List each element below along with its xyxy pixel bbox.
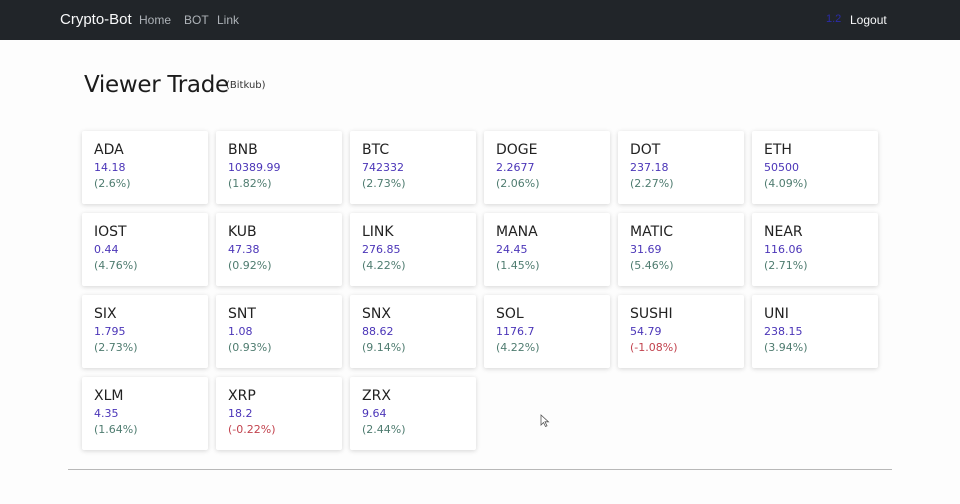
coin-price: 742332 <box>362 161 404 174</box>
coin-price: 47.38 <box>228 243 260 256</box>
coin-symbol: SNT <box>228 306 256 322</box>
coin-price: 50500 <box>764 161 799 174</box>
coin-price: 2.2677 <box>496 161 535 174</box>
coin-change: (1.64%) <box>94 423 138 436</box>
coin-price: 9.64 <box>362 407 387 420</box>
coin-price: 1176.7 <box>496 325 535 338</box>
coin-symbol: SOL <box>496 306 524 322</box>
coin-card[interactable]: UNI 238.15 (3.94%) <box>752 295 878 368</box>
mouse-pointer-icon <box>540 414 550 428</box>
coin-symbol: XRP <box>228 388 256 404</box>
user-badge: 1.2 <box>826 13 842 25</box>
coin-card[interactable]: NEAR 116.06 (2.71%) <box>752 213 878 286</box>
coin-grid: ADA 14.18 (2.6%) BNB 10389.99 (1.82%) BT… <box>82 131 882 456</box>
coin-price: 10389.99 <box>228 161 281 174</box>
coin-symbol: KUB <box>228 224 257 240</box>
coin-card[interactable]: SNT 1.08 (0.93%) <box>216 295 342 368</box>
coin-symbol: ADA <box>94 142 124 158</box>
section-divider <box>68 469 892 470</box>
coin-change: (4.09%) <box>764 177 808 190</box>
coin-price: 276.85 <box>362 243 401 256</box>
coin-symbol: BNB <box>228 142 258 158</box>
coin-change: (-0.22%) <box>228 423 276 436</box>
coin-change: (1.82%) <box>228 177 272 190</box>
coin-card[interactable]: LINK 276.85 (4.22%) <box>350 213 476 286</box>
coin-symbol: LINK <box>362 224 394 240</box>
top-navbar: Crypto-Bot Home BOT Link 1.2 Logout <box>0 0 960 40</box>
coin-symbol: MANA <box>496 224 538 240</box>
coin-price: 237.18 <box>630 161 669 174</box>
coin-change: (2.6%) <box>94 177 131 190</box>
coin-change: (0.92%) <box>228 259 272 272</box>
coin-price: 4.35 <box>94 407 119 420</box>
coin-price: 238.15 <box>764 325 803 338</box>
coin-symbol: XLM <box>94 388 124 404</box>
coin-symbol: IOST <box>94 224 127 240</box>
coin-symbol: SIX <box>94 306 117 322</box>
coin-change: (2.73%) <box>362 177 406 190</box>
coin-card[interactable]: XLM 4.35 (1.64%) <box>82 377 208 450</box>
coin-price: 18.2 <box>228 407 253 420</box>
coin-card[interactable]: ETH 50500 (4.09%) <box>752 131 878 204</box>
coin-card[interactable]: SIX 1.795 (2.73%) <box>82 295 208 368</box>
coin-change: (2.06%) <box>496 177 540 190</box>
coin-symbol: DOGE <box>496 142 538 158</box>
coin-card[interactable]: SOL 1176.7 (4.22%) <box>484 295 610 368</box>
coin-symbol: ETH <box>764 142 792 158</box>
coin-symbol: SUSHI <box>630 306 673 322</box>
coin-price: 54.79 <box>630 325 662 338</box>
coin-symbol: NEAR <box>764 224 803 240</box>
coin-change: (0.93%) <box>228 341 272 354</box>
coin-card[interactable]: DOGE 2.2677 (2.06%) <box>484 131 610 204</box>
coin-price: 31.69 <box>630 243 662 256</box>
coin-change: (2.44%) <box>362 423 406 436</box>
coin-card[interactable]: BTC 742332 (2.73%) <box>350 131 476 204</box>
main-content: Viewer Trade (Bitkub) ADA 14.18 (2.6%) B… <box>0 40 960 504</box>
logout-link[interactable]: Logout <box>850 13 887 27</box>
coin-price: 24.45 <box>496 243 528 256</box>
coin-change: (1.45%) <box>496 259 540 272</box>
coin-card[interactable]: KUB 47.38 (0.92%) <box>216 213 342 286</box>
coin-symbol: BTC <box>362 142 390 158</box>
nav-link-link[interactable]: Link <box>217 13 239 27</box>
coin-card[interactable]: SUSHI 54.79 (-1.08%) <box>618 295 744 368</box>
coin-symbol: SNX <box>362 306 391 322</box>
coin-change: (2.71%) <box>764 259 808 272</box>
coin-change: (2.73%) <box>94 341 138 354</box>
coin-change: (-1.08%) <box>630 341 678 354</box>
coin-price: 0.44 <box>94 243 119 256</box>
page-title: Viewer Trade <box>84 72 229 98</box>
coin-price: 1.08 <box>228 325 253 338</box>
coin-change: (3.94%) <box>764 341 808 354</box>
coin-price: 14.18 <box>94 161 126 174</box>
coin-card[interactable]: ADA 14.18 (2.6%) <box>82 131 208 204</box>
coin-change: (4.22%) <box>362 259 406 272</box>
coin-price: 1.795 <box>94 325 126 338</box>
page-subtitle: (Bitkub) <box>226 80 266 91</box>
coin-card[interactable]: SNX 88.62 (9.14%) <box>350 295 476 368</box>
coin-card[interactable]: IOST 0.44 (4.76%) <box>82 213 208 286</box>
coin-card[interactable]: MANA 24.45 (1.45%) <box>484 213 610 286</box>
coin-symbol: MATIC <box>630 224 674 240</box>
coin-symbol: ZRX <box>362 388 391 404</box>
coin-card[interactable]: XRP 18.2 (-0.22%) <box>216 377 342 450</box>
coin-change: (9.14%) <box>362 341 406 354</box>
coin-price: 88.62 <box>362 325 394 338</box>
coin-symbol: UNI <box>764 306 789 322</box>
coin-card[interactable]: ZRX 9.64 (2.44%) <box>350 377 476 450</box>
brand-link[interactable]: Crypto-Bot <box>60 11 132 28</box>
coin-card[interactable]: BNB 10389.99 (1.82%) <box>216 131 342 204</box>
coin-change: (4.76%) <box>94 259 138 272</box>
coin-change: (5.46%) <box>630 259 674 272</box>
nav-link-home[interactable]: Home <box>139 13 171 27</box>
coin-card[interactable]: DOT 237.18 (2.27%) <box>618 131 744 204</box>
coin-change: (2.27%) <box>630 177 674 190</box>
nav-link-bot[interactable]: BOT <box>184 13 209 27</box>
coin-change: (4.22%) <box>496 341 540 354</box>
coin-symbol: DOT <box>630 142 661 158</box>
coin-price: 116.06 <box>764 243 803 256</box>
coin-card[interactable]: MATIC 31.69 (5.46%) <box>618 213 744 286</box>
